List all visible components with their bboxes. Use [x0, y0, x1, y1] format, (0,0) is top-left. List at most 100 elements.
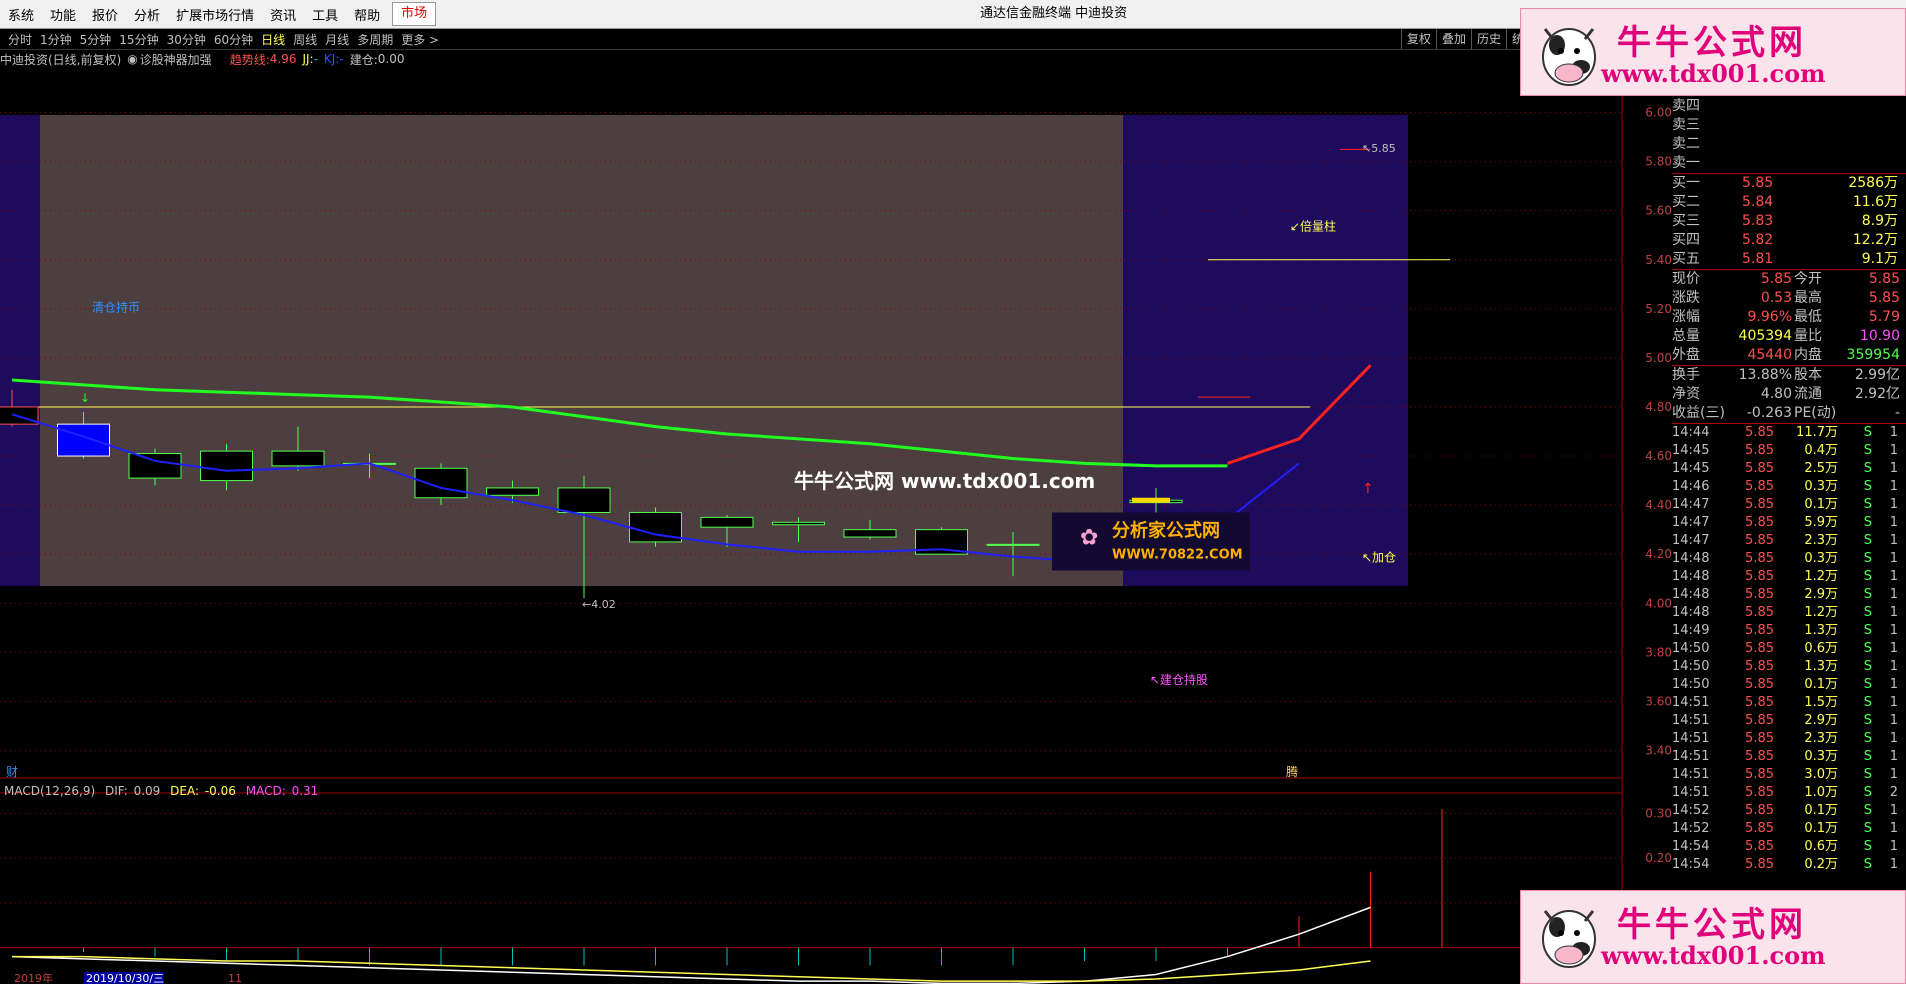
- candle-body[interactable]: [843, 529, 897, 538]
- tick-count: 1: [1889, 659, 1898, 674]
- toolbar-button-1[interactable]: 叠加: [1435, 29, 1471, 49]
- tick-time: 14:51: [1672, 785, 1710, 800]
- menu-item-market[interactable]: 市场: [392, 2, 437, 26]
- period-tab-6[interactable]: 日线: [257, 31, 289, 48]
- period-tab-4[interactable]: 30分钟: [163, 31, 210, 48]
- tick-time: 14:50: [1672, 677, 1710, 692]
- kj-value: -: [339, 52, 344, 66]
- tick-time: 14:54: [1672, 857, 1710, 872]
- tick-count: 1: [1889, 767, 1898, 782]
- annotation-clear: 清仓持币: [92, 299, 140, 314]
- period-tab-5[interactable]: 60分钟: [210, 31, 257, 48]
- tick-row: 14:50 5.85 0.1万 S 1: [1672, 676, 1906, 694]
- candle-body[interactable]: [700, 516, 754, 528]
- menu-item-3[interactable]: 分析: [126, 5, 168, 24]
- candle-body[interactable]: [57, 423, 110, 457]
- tick-volume: 0.1万: [1804, 821, 1838, 836]
- buy-price: 5.84: [1742, 194, 1774, 210]
- period-tab-3[interactable]: 15分钟: [115, 31, 162, 48]
- candle-body[interactable]: [557, 487, 611, 513]
- sell-row: 卖四: [1672, 97, 1906, 116]
- buy-price: 5.81: [1742, 251, 1774, 267]
- stat-row: 涨幅 9.96% 最低 5.79: [1672, 308, 1906, 327]
- tick-price: 5.85: [1745, 785, 1774, 800]
- tick-price: 5.85: [1745, 803, 1774, 818]
- menu-item-7[interactable]: 帮助: [346, 5, 388, 24]
- tick-volume: 0.3万: [1804, 479, 1838, 494]
- tick-count: 1: [1889, 857, 1898, 872]
- candle-body[interactable]: [271, 450, 325, 467]
- toolbar-button-0[interactable]: 复权: [1400, 29, 1436, 49]
- tick-volume: 2.9万: [1804, 713, 1838, 728]
- y-tick-label: 4.80: [1645, 400, 1672, 414]
- cow-logo-icon: [1542, 28, 1596, 86]
- tool-icon[interactable]: ◉: [127, 52, 137, 66]
- finance-tag[interactable]: 财: [6, 765, 18, 779]
- right-tag[interactable]: 腾: [1286, 764, 1298, 779]
- period-tab-0[interactable]: 分时: [4, 31, 36, 48]
- sell-label: 卖四: [1672, 98, 1700, 114]
- menu-item-4[interactable]: 扩展市场行情: [168, 5, 262, 24]
- buy-price: 5.82: [1742, 232, 1774, 248]
- tick-price: 5.85: [1745, 533, 1774, 548]
- down-arrow-icon: ↓: [80, 391, 90, 405]
- tick-count: 1: [1889, 479, 1898, 494]
- period-tab-10[interactable]: 更多 >: [397, 31, 443, 48]
- tick-side: S: [1863, 461, 1872, 476]
- menu-item-0[interactable]: 系统: [0, 5, 42, 24]
- tick-count: 1: [1889, 533, 1898, 548]
- signal-bar: [1132, 497, 1170, 503]
- buy-volume: 8.9万: [1861, 213, 1898, 229]
- finance-row: 收益(三) -0.263 PE(动) -: [1672, 404, 1906, 423]
- candle-body[interactable]: [128, 453, 182, 479]
- period-tab-9[interactable]: 多周期: [353, 31, 397, 48]
- stat-label: 最低: [1794, 309, 1822, 325]
- annotation-double-volume: ↙倍量柱: [1290, 218, 1336, 233]
- period-tab-7[interactable]: 周线: [289, 31, 321, 48]
- menu-item-6[interactable]: 工具: [304, 5, 346, 24]
- tick-row: 14:48 5.85 1.2万 S 1: [1672, 604, 1906, 622]
- tick-price: 5.85: [1745, 857, 1774, 872]
- candle-body[interactable]: [486, 487, 539, 496]
- period-tab-8[interactable]: 月线: [321, 31, 353, 48]
- stat-label: 总量: [1672, 328, 1700, 344]
- y-tick-label: 3.60: [1645, 694, 1672, 708]
- tick-volume: 11.7万: [1796, 425, 1838, 440]
- macd-tick-label: 0.20: [1645, 851, 1672, 865]
- tick-time: 14:48: [1672, 605, 1710, 620]
- build-label: 建仓:: [349, 52, 378, 67]
- tick-side: S: [1863, 731, 1872, 746]
- stat-row: 现价 5.85 今开 5.85: [1672, 269, 1906, 289]
- tick-volume: 0.4万: [1804, 443, 1838, 458]
- macd-name: MACD(12,26,9): [4, 784, 96, 798]
- finance-value: 13.88%: [1738, 367, 1792, 383]
- y-tick-label: 4.20: [1645, 547, 1672, 561]
- candle-body[interactable]: [414, 467, 468, 499]
- candle-body[interactable]: [200, 450, 253, 482]
- kline-chart[interactable]: 清仓持币 ↙倍量柱 ↖加仓 ↖建仓持股 ↖5.85 ←4.02 牛牛公式网 www.tdx0…: [0, 70, 1672, 984]
- window-title: 通达信金融终端 中迪投资: [980, 6, 1128, 21]
- tool-name[interactable]: 诊股神器加强: [140, 51, 212, 68]
- tick-count: 1: [1889, 551, 1898, 566]
- tick-price: 5.85: [1745, 659, 1774, 674]
- tick-time: 14:50: [1672, 641, 1710, 656]
- candle-body[interactable]: [986, 543, 1040, 546]
- period-tab-1[interactable]: 1分钟: [36, 31, 76, 48]
- toolbar-button-2[interactable]: 历史: [1470, 29, 1506, 49]
- tick-row: 14:54 5.85 0.2万 S 1: [1672, 856, 1906, 874]
- tick-volume: 0.2万: [1804, 857, 1838, 872]
- tick-row: 14:52 5.85 0.1万 S 1: [1672, 802, 1906, 820]
- candle-body[interactable]: [772, 521, 825, 526]
- finance-value: 2.92亿: [1854, 386, 1900, 402]
- menu-item-1[interactable]: 功能: [42, 5, 84, 24]
- y-tick-label: 5.60: [1645, 204, 1672, 218]
- tick-row: 14:48 5.85 1.2万 S 1: [1672, 568, 1906, 586]
- tick-side: S: [1863, 785, 1872, 800]
- menu-item-5[interactable]: 资讯: [262, 5, 304, 24]
- menu-item-2[interactable]: 报价: [84, 5, 126, 24]
- period-tab-2[interactable]: 5分钟: [76, 31, 116, 48]
- tick-price: 5.85: [1745, 839, 1774, 854]
- tick-count: 1: [1889, 803, 1898, 818]
- date-label: 11: [228, 972, 242, 984]
- tick-volume: 0.3万: [1804, 749, 1838, 764]
